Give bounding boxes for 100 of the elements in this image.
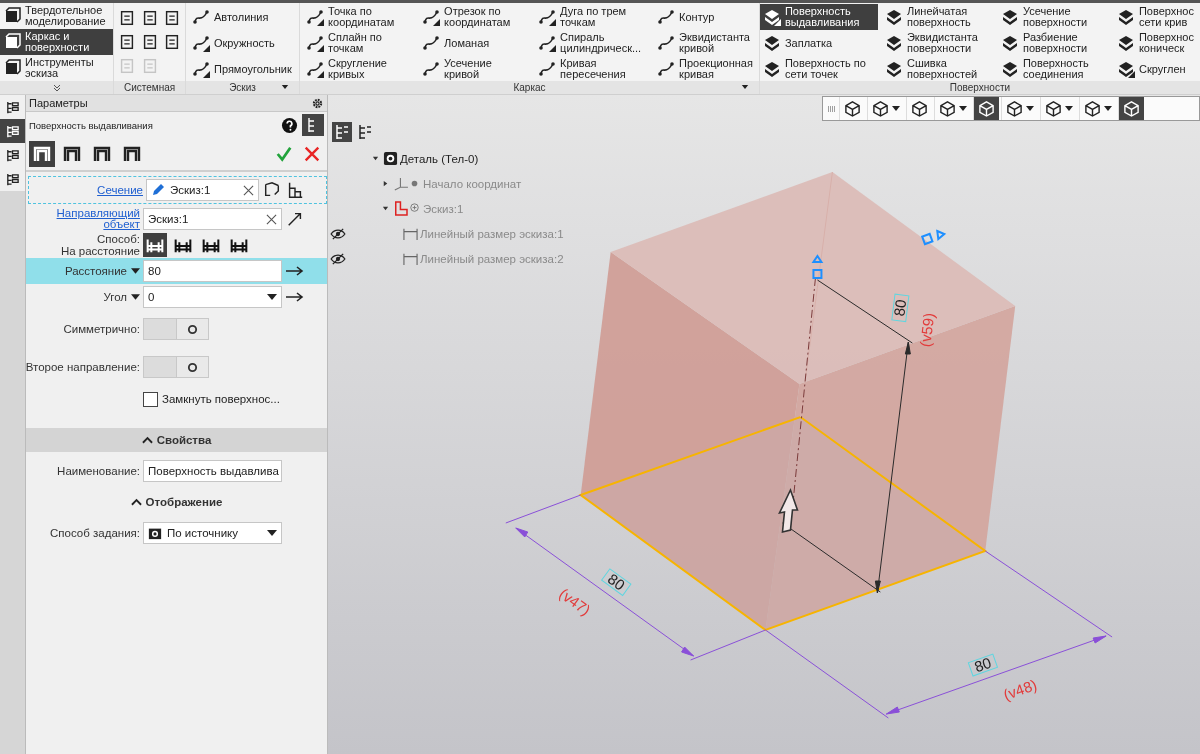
drag-handle[interactable] [920, 229, 947, 246]
cube-icon [1084, 100, 1101, 117]
direction-arrow[interactable] [778, 487, 799, 534]
cancel-cross-icon[interactable] [303, 145, 321, 163]
object-field[interactable]: Эскиз:1 [143, 208, 282, 230]
dropdown-caret-icon[interactable] [131, 294, 140, 300]
expand-icon[interactable] [51, 83, 62, 92]
ribbon-tool-button[interactable]: Усечение поверхности [997, 4, 1110, 30]
operation-mode-icon[interactable] [29, 141, 55, 167]
ribbon-tool-button[interactable]: Усечение кривой [419, 56, 532, 82]
name-field[interactable]: Поверхность выдавлива [143, 460, 282, 482]
ribbon-tool-button[interactable]: Поверхность по сети точек [759, 56, 878, 82]
checkbox[interactable] [143, 391, 158, 407]
cube-icon [1006, 100, 1023, 117]
side-tab[interactable] [0, 95, 25, 119]
field-link[interactable]: Сечение [29, 184, 143, 196]
sketch-icon [393, 201, 421, 216]
panel-title: Параметры [29, 97, 88, 109]
tree-item[interactable]: Деталь (Тел-0) [400, 152, 479, 165]
dimension-value[interactable]: 80 [601, 568, 632, 596]
ribbon-tool-button[interactable]: Сшивка поверхностей [881, 56, 994, 82]
field-label: Симметрично: [62, 323, 140, 335]
ribbon-tool-button[interactable]: Автолиния [189, 4, 297, 30]
tree-mode-icon[interactable] [332, 122, 352, 142]
ribbon-tool-button[interactable]: Спираль цилиндрическ... [535, 30, 651, 56]
ribbon-tool-button[interactable]: Контур [654, 4, 756, 30]
ribbon-tool-button[interactable]: Поверхность соединения [997, 56, 1110, 82]
ribbon-tool-button[interactable]: Сплайн по точкам [303, 30, 416, 56]
field-label[interactable]: Расстояние [64, 265, 127, 277]
ribbon-tool-button[interactable]: Окружность [189, 30, 297, 56]
side-tab[interactable] [0, 143, 25, 167]
dimension-value[interactable]: 80 [967, 653, 998, 677]
toggle-switch[interactable] [143, 356, 209, 378]
collapse-caret-icon[interactable] [130, 498, 142, 506]
mode-tab[interactable]: Твердотельное моделирование [0, 3, 114, 29]
ribbon-tool-button[interactable]: Точка по координатам [303, 4, 416, 30]
settings-icon[interactable] [311, 96, 324, 110]
ribbon-tool-button[interactable]: Разбиение поверхности [997, 30, 1110, 56]
side-tab[interactable] [0, 119, 25, 143]
ribbon-tool-button[interactable]: Прямоугольник [189, 56, 297, 82]
mode-tab[interactable]: Каркас и поверхности [0, 29, 114, 55]
ribbon-tool-button[interactable]: Поверхность выдавливания [759, 4, 878, 30]
value-field[interactable]: 0 [143, 286, 282, 308]
object-field[interactable]: Эскиз:1 [146, 179, 259, 201]
ribbon-tool-button[interactable]: Скругление кривых [303, 56, 416, 82]
value-field[interactable]: 80 [143, 260, 282, 282]
ribbon-tool-button[interactable]: Дуга по трем точкам [535, 4, 651, 30]
side-tab[interactable] [0, 167, 25, 191]
drag-handle[interactable] [811, 254, 824, 279]
dropdown-caret-icon[interactable] [131, 268, 140, 274]
view-tool-button[interactable] [1118, 97, 1144, 120]
mode-tab[interactable]: Инструменты эскиза [0, 55, 114, 81]
ribbon-tool-button[interactable]: Отрезок по координатам [419, 4, 532, 30]
hidden-eye-icon[interactable] [330, 252, 346, 265]
ribbon-tool-button[interactable]: Ломаная [419, 30, 532, 56]
ribbon-tool-button[interactable]: Поверхнос коническ [1113, 30, 1197, 56]
list-icon [5, 99, 20, 115]
ribbon-tool-button[interactable]: Эквидистанта кривой [654, 30, 756, 56]
view-tool-button[interactable] [973, 97, 999, 120]
clear-icon[interactable] [243, 184, 254, 196]
group-title: Системная [123, 82, 176, 93]
help-icon[interactable] [281, 116, 298, 134]
sketch-select-icon[interactable] [262, 181, 282, 199]
toggle-switch[interactable] [143, 318, 209, 340]
dropdown-caret-icon[interactable] [281, 85, 290, 90]
expander-icon[interactable] [382, 180, 389, 187]
dimension-value[interactable]: 80 [890, 293, 910, 323]
hidden-eye-icon[interactable] [330, 227, 346, 240]
ribbon-tool-button[interactable]: Скруглен [1113, 56, 1197, 82]
field-link[interactable]: Направляющий объект [26, 208, 140, 230]
ribbon-tool-button[interactable]: Проекционная кривая [654, 56, 756, 82]
confirm-check-icon[interactable] [275, 145, 293, 163]
section-title[interactable]: Свойства [156, 434, 212, 446]
ribbon-tool-button[interactable]: Линейчатая поверхность [881, 4, 994, 30]
ribbon-tool-button[interactable]: Поверхнос сети крив [1113, 4, 1197, 30]
expander-icon[interactable] [372, 155, 379, 162]
expander-icon[interactable] [382, 205, 389, 212]
curve-icon [422, 60, 441, 78]
curve-icon [538, 8, 557, 26]
dropdown-caret-icon[interactable] [267, 530, 277, 536]
dropdown-caret-icon[interactable] [740, 85, 749, 90]
dropdown-field[interactable]: По источнику [143, 522, 282, 544]
ribbon-tool-button[interactable]: Кривая пересечения [535, 56, 651, 82]
tree-view-button[interactable] [302, 114, 324, 136]
ribbon-tool-button[interactable]: Эквидистанта поверхности [881, 30, 994, 56]
curve-icon [306, 34, 325, 52]
section-title[interactable]: Отображение [145, 496, 223, 508]
dropdown-caret-icon[interactable] [267, 294, 277, 300]
curve-icon [192, 8, 210, 26]
ribbon-tool-button[interactable]: Заплатка [759, 30, 878, 56]
curve-icon [657, 8, 676, 26]
clear-icon[interactable] [266, 213, 277, 225]
cube-icon [939, 100, 956, 117]
field-label[interactable]: Угол [103, 291, 127, 303]
method-option-icon[interactable] [143, 233, 167, 257]
section-header[interactable]: Свойства [26, 428, 327, 452]
collapse-caret-icon[interactable] [141, 436, 153, 444]
surface-icon [884, 60, 903, 78]
grip-icon[interactable] [827, 105, 837, 112]
surface-icon [762, 34, 781, 52]
